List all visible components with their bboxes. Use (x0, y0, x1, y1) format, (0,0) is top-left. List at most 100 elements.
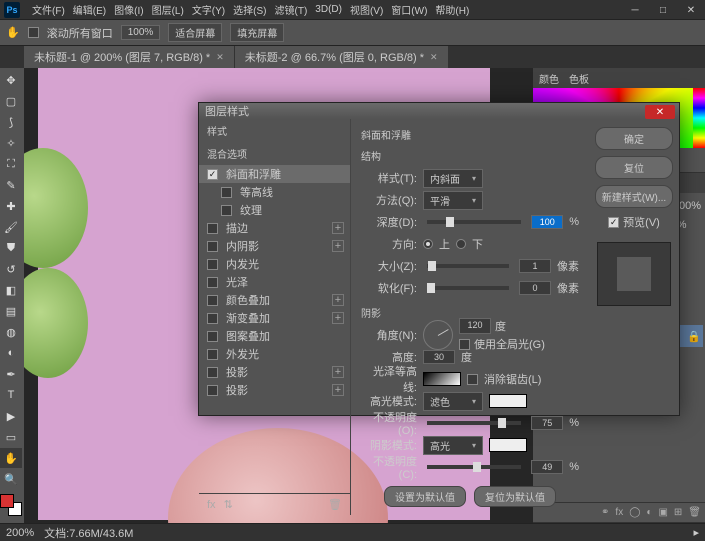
antialias-checkbox[interactable] (467, 374, 478, 385)
direction-down-radio[interactable] (456, 239, 466, 249)
ok-button[interactable]: 确定 (595, 127, 673, 150)
style-checkbox[interactable] (207, 331, 218, 342)
gloss-contour-picker[interactable] (423, 372, 461, 386)
marquee-tool[interactable]: ▢ (0, 91, 22, 111)
color-panel-tab[interactable]: 颜色 (539, 71, 559, 86)
eyedropper-tool[interactable]: ✎ (0, 175, 22, 195)
fill-screen-button[interactable]: 填充屏幕 (230, 23, 284, 42)
style-checkbox[interactable] (221, 187, 232, 198)
shape-tool[interactable]: ▭ (0, 427, 22, 447)
history-brush-tool[interactable]: ↺ (0, 259, 22, 279)
scroll-all-checkbox[interactable] (28, 27, 39, 38)
move-tool[interactable]: ✥ (0, 70, 22, 90)
doc-tab-2[interactable]: 未标题-2 @ 66.7% (图层 0, RGB/8) *✕ (235, 46, 448, 68)
menu-view[interactable]: 视图(V) (346, 2, 387, 17)
highlight-color-picker[interactable] (489, 394, 527, 408)
style-item-投影[interactable]: 投影+ (199, 363, 350, 381)
dialog-titlebar[interactable]: 图层样式 ✕ (199, 103, 679, 119)
add-style-icon[interactable]: + (332, 366, 344, 378)
menu-help[interactable]: 帮助(H) (431, 2, 473, 17)
path-select-tool[interactable]: ▶ (0, 406, 22, 426)
soften-input[interactable]: 0 (519, 281, 551, 295)
foreground-background-colors[interactable] (0, 494, 22, 516)
close-icon[interactable]: ✕ (430, 52, 438, 63)
blending-options-header[interactable]: 混合选项 (199, 142, 350, 165)
set-default-button[interactable]: 设置为默认值 (384, 486, 466, 507)
menu-file[interactable]: 文件(F) (28, 2, 69, 17)
menu-filter[interactable]: 滤镜(T) (271, 2, 312, 17)
chevron-up-down-icon[interactable]: ⇅ (224, 498, 233, 511)
eraser-tool[interactable]: ◧ (0, 280, 22, 300)
style-checkbox[interactable] (207, 349, 218, 360)
style-checkbox[interactable] (221, 205, 232, 216)
lasso-tool[interactable]: ⟆ (0, 112, 22, 132)
crop-tool[interactable]: ⛶ (0, 154, 22, 174)
altitude-input[interactable]: 30 (423, 350, 455, 364)
menu-layer[interactable]: 图层(L) (148, 2, 188, 17)
menu-select[interactable]: 选择(S) (229, 2, 270, 17)
style-select[interactable]: 内斜面 (423, 169, 483, 188)
style-checkbox[interactable] (207, 277, 218, 288)
shadow-mode-select[interactable]: 高光 (423, 436, 483, 455)
style-item-颜色叠加[interactable]: 颜色叠加+ (199, 291, 350, 309)
blur-tool[interactable]: ◍ (0, 322, 22, 342)
fit-screen-button[interactable]: 适合屏幕 (168, 23, 222, 42)
size-input[interactable]: 1 (519, 259, 551, 273)
window-minimize[interactable]: ─ (621, 0, 649, 20)
preview-checkbox[interactable] (608, 217, 619, 228)
highlight-opacity-input[interactable]: 75 (531, 416, 563, 430)
delete-layer-icon[interactable]: 🗑 (688, 507, 701, 518)
zoom-input[interactable]: 100% (121, 25, 161, 40)
type-tool[interactable]: T (0, 385, 22, 405)
brush-tool[interactable]: 🖌 (0, 217, 22, 237)
gradient-tool[interactable]: ▤ (0, 301, 22, 321)
style-checkbox[interactable] (207, 169, 218, 180)
zoom-tool[interactable]: 🔍 (0, 469, 22, 489)
stamp-tool[interactable]: ⛊ (0, 238, 22, 258)
magic-wand-tool[interactable]: ✧ (0, 133, 22, 153)
style-item-渐变叠加[interactable]: 渐变叠加+ (199, 309, 350, 327)
fx-icon[interactable]: fx (207, 499, 216, 511)
direction-up-radio[interactable] (423, 239, 433, 249)
menu-type[interactable]: 文字(Y) (188, 2, 229, 17)
hand-tool[interactable]: ✋ (0, 448, 22, 468)
close-icon[interactable]: ✕ (216, 52, 224, 63)
soften-slider[interactable] (427, 286, 509, 290)
shadow-opacity-input[interactable]: 49 (531, 460, 563, 474)
style-checkbox[interactable] (207, 313, 218, 324)
styles-header[interactable]: 样式 (199, 119, 350, 142)
swatches-panel-tab[interactable]: 色板 (569, 71, 589, 86)
menu-image[interactable]: 图像(I) (110, 2, 147, 17)
style-item-外发光[interactable]: 外发光 (199, 345, 350, 363)
style-checkbox[interactable] (207, 385, 218, 396)
style-item-描边[interactable]: 描边+ (199, 219, 350, 237)
dialog-close-button[interactable]: ✕ (645, 105, 675, 119)
add-style-icon[interactable]: + (332, 294, 344, 306)
delete-icon[interactable]: 🗑 (328, 498, 342, 511)
highlight-opacity-slider[interactable] (427, 421, 521, 425)
style-item-光泽[interactable]: 光泽 (199, 273, 350, 291)
doc-tab-1[interactable]: 未标题-1 @ 200% (图层 7, RGB/8) *✕ (24, 46, 234, 68)
new-style-button[interactable]: 新建样式(W)... (595, 185, 673, 208)
shadow-opacity-slider[interactable] (427, 465, 521, 469)
style-item-斜面和浮雕[interactable]: 斜面和浮雕 (199, 165, 350, 183)
add-style-icon[interactable]: + (332, 384, 344, 396)
shadow-color-picker[interactable] (489, 438, 527, 452)
cancel-button[interactable]: 复位 (595, 156, 673, 179)
technique-select[interactable]: 平滑 (423, 191, 483, 210)
add-style-icon[interactable]: + (332, 240, 344, 252)
depth-input[interactable]: 100 (531, 215, 563, 229)
add-style-icon[interactable]: + (332, 312, 344, 324)
style-item-图案叠加[interactable]: 图案叠加 (199, 327, 350, 345)
window-close[interactable]: ✕ (677, 0, 705, 20)
style-checkbox[interactable] (207, 295, 218, 306)
style-item-等高线[interactable]: 等高线 (199, 183, 350, 201)
style-checkbox[interactable] (207, 367, 218, 378)
zoom-status[interactable]: 200% (6, 527, 34, 539)
angle-dial[interactable] (423, 320, 453, 350)
reset-default-button[interactable]: 复位为默认值 (474, 486, 556, 507)
angle-input[interactable]: 120 (459, 318, 491, 334)
style-item-纹理[interactable]: 纹理 (199, 201, 350, 219)
window-maximize[interactable]: □ (649, 0, 677, 20)
add-style-icon[interactable]: + (332, 222, 344, 234)
